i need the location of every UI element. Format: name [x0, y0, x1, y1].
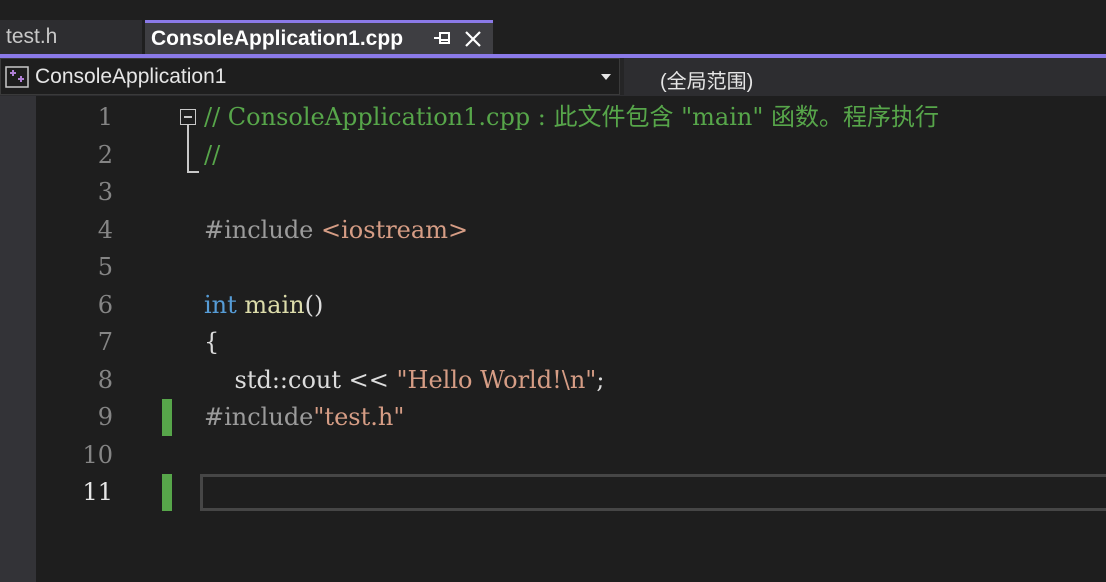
line-number: 10	[82, 440, 113, 469]
collapse-icon[interactable]	[180, 109, 196, 125]
code-token-plain: ()	[304, 290, 324, 319]
code-token-plain: ;	[596, 365, 605, 394]
line-number: 3	[97, 178, 113, 206]
outline-guide-end	[187, 171, 199, 173]
tab-test-h[interactable]: test.h	[0, 20, 142, 54]
code-text: #include"test.h"	[204, 399, 404, 436]
code-line[interactable]: 6 int main()	[36, 287, 1106, 324]
code-editor[interactable]: 1 // ConsoleApplication1.cpp : 此文件包含 "mai…	[36, 96, 1106, 582]
change-indicator	[162, 474, 172, 511]
line-number: 5	[97, 253, 113, 281]
code-token-pre: #include	[204, 403, 314, 431]
code-token-comment: // ConsoleApplication1.cpp : 此文件包含 "main…	[204, 103, 940, 131]
tab-console-application-cpp[interactable]: ConsoleApplication1.cpp	[145, 20, 493, 54]
code-text: std::cout << "Hello World!\n";	[204, 362, 605, 399]
code-line[interactable]: 4 #include <iostream>	[36, 212, 1106, 249]
code-token-string: "test.h"	[313, 403, 405, 431]
line-number: 11	[82, 478, 113, 506]
code-line[interactable]: 3	[36, 174, 1106, 211]
code-text: int main()	[204, 287, 323, 324]
code-line[interactable]: 9 #include"test.h"	[36, 399, 1106, 436]
project-dropdown[interactable]: ConsoleApplication1	[0, 58, 620, 95]
line-number: 4	[97, 215, 113, 244]
code-token-comment: //	[204, 140, 221, 169]
code-line[interactable]: 2 //	[36, 137, 1106, 174]
scope-dropdown[interactable]: (全局范围)	[624, 58, 1106, 95]
line-number: 6	[97, 290, 113, 319]
code-line[interactable]: 5	[36, 249, 1106, 286]
code-line[interactable]: 1 // ConsoleApplication1.cpp : 此文件包含 "mai…	[36, 99, 1106, 136]
cpp-project-icon	[5, 66, 29, 88]
visual-studio-editor: test.h ConsoleApplication1.cpp ConsoleAp…	[0, 0, 1106, 582]
code-token-func: main	[244, 290, 305, 319]
code-token-plain: std::cout <<	[204, 365, 397, 394]
pin-icon[interactable]	[431, 30, 453, 48]
code-line[interactable]: 7{	[36, 324, 1106, 361]
line-number: 2	[97, 140, 113, 169]
code-token-string: <iostream>	[321, 215, 469, 244]
code-line[interactable]: 10	[36, 437, 1106, 474]
close-icon[interactable]	[463, 29, 483, 49]
code-text: // ConsoleApplication1.cpp : 此文件包含 "main…	[204, 99, 939, 136]
line-number: 9	[97, 403, 113, 431]
code-text: {	[204, 324, 219, 361]
code-text: //	[204, 137, 220, 174]
code-line[interactable]: 11	[36, 474, 1106, 511]
line-number: 8	[97, 365, 113, 394]
current-line-highlight	[200, 474, 1106, 511]
navigation-bar: ConsoleApplication1 (全局范围)	[0, 58, 1106, 96]
chevron-down-icon	[601, 74, 611, 80]
tab-label: test.h	[6, 25, 58, 48]
tab-label: ConsoleApplication1.cpp	[151, 26, 404, 50]
change-indicator	[162, 399, 172, 436]
editor-left-margin	[0, 96, 36, 582]
code-token-string: "Hello World!\n"	[396, 365, 597, 394]
code-token-plain: {	[204, 328, 220, 356]
code-text: #include <iostream>	[204, 212, 468, 249]
scope-label: (全局范围)	[660, 71, 754, 93]
outline-guide	[187, 125, 189, 173]
line-number: 7	[97, 328, 113, 356]
code-line[interactable]: 8 std::cout << "Hello World!\n";	[36, 362, 1106, 399]
line-number: 1	[97, 103, 113, 131]
code-token-pre: #include	[204, 215, 322, 244]
tab-strip: test.h ConsoleApplication1.cpp	[0, 0, 1106, 54]
code-token-keyword: int	[204, 290, 237, 319]
project-name: ConsoleApplication1	[35, 65, 227, 88]
